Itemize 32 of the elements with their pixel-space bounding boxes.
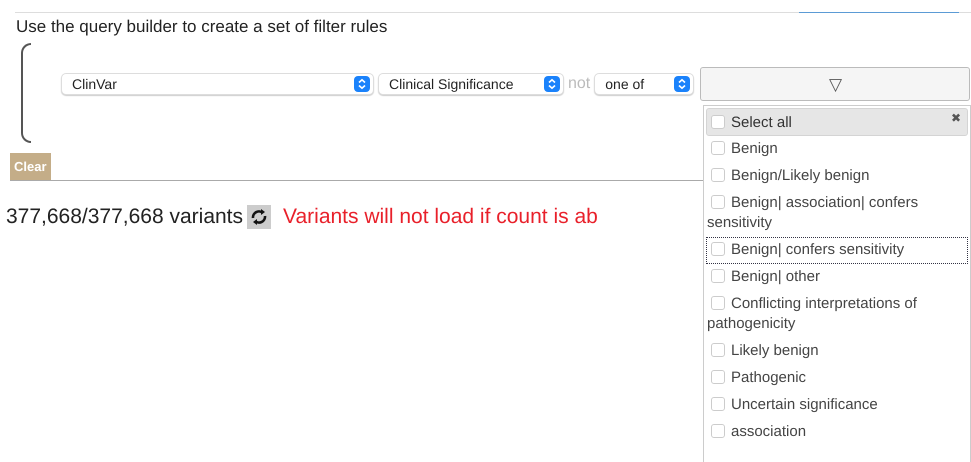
dropdown-option[interactable]: Benign| confers sensitivity <box>706 237 968 264</box>
dropdown-option[interactable]: Benign <box>706 136 968 163</box>
select-all-option[interactable]: Select all ✖ <box>706 108 968 136</box>
checkbox[interactable] <box>711 168 725 182</box>
dropdown-option[interactable]: association <box>706 419 968 446</box>
dropdown-option[interactable]: Likely benign <box>706 338 968 365</box>
variant-count: 377,668/377,668 variants <box>6 205 244 229</box>
stepper-icon <box>674 76 690 92</box>
dropdown-option[interactable]: Pathogenic <box>706 365 968 392</box>
source-select[interactable]: ClinVar <box>61 73 374 95</box>
checkbox[interactable] <box>711 141 725 155</box>
dropdown-option[interactable]: Benign/Likely benign <box>706 163 968 190</box>
instructions-text: Use the query builder to create a set of filter rules <box>16 17 388 37</box>
checkbox[interactable] <box>711 424 725 438</box>
warning-text: Variants will not load if count is ab <box>283 205 598 229</box>
dropdown-option[interactable]: Conflicting interpretations of pathogenicity <box>706 291 968 338</box>
checkbox[interactable] <box>711 115 725 129</box>
dropdown-option[interactable]: Benign| other <box>706 264 968 291</box>
operator-select[interactable]: one of <box>594 73 694 95</box>
checkbox[interactable] <box>711 397 725 411</box>
stepper-icon <box>544 76 560 92</box>
checkbox[interactable] <box>711 370 725 384</box>
checkbox[interactable] <box>711 195 725 209</box>
stepper-icon <box>354 76 370 92</box>
checkbox[interactable] <box>711 296 725 310</box>
checkbox[interactable] <box>711 343 725 357</box>
field-select[interactable]: Clinical Significance <box>378 73 564 95</box>
checkbox[interactable] <box>711 242 725 256</box>
checkbox[interactable] <box>711 269 725 283</box>
dropdown-option[interactable]: Uncertain significance <box>706 392 968 419</box>
multiselect-toggle[interactable]: ▽ <box>700 67 970 101</box>
dropdown-option[interactable]: Benign| association| confers sensitivity <box>706 190 968 237</box>
